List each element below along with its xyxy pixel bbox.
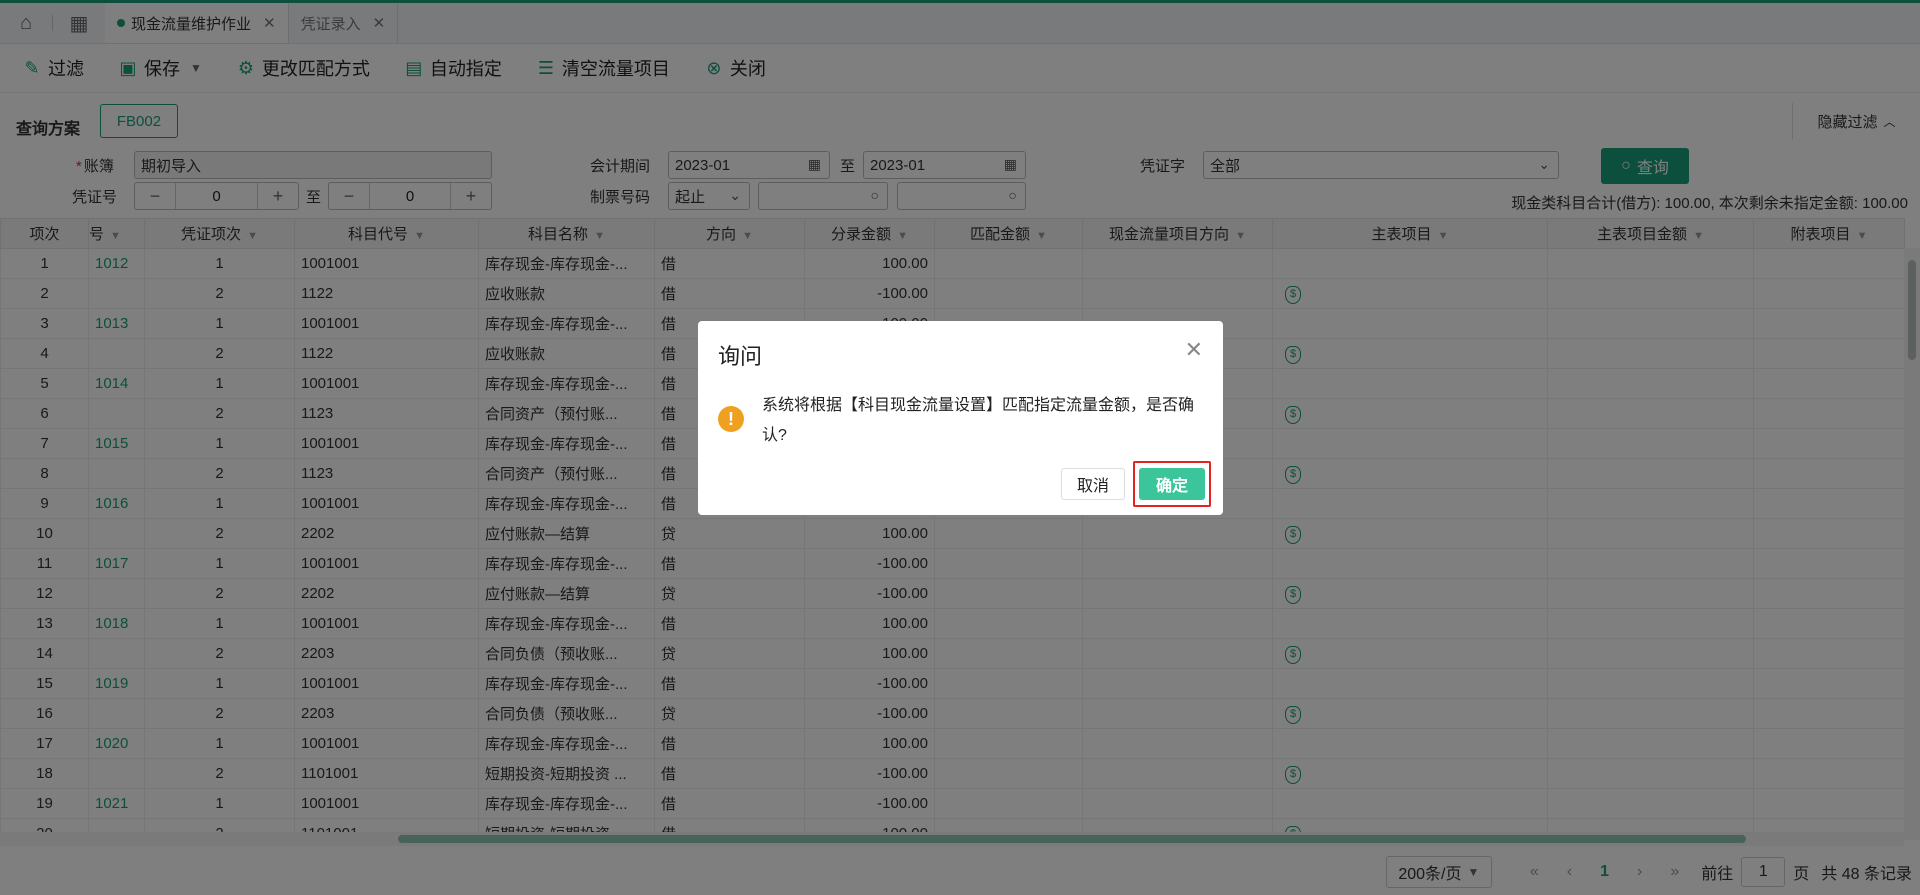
confirm-dialog: 询问 ✕ ! 系统将根据【科目现金流量设置】匹配指定流量金额，是否确认? 取消 … (698, 321, 1223, 515)
dialog-title: 询问 (718, 344, 763, 369)
ok-button[interactable]: 确定 (1139, 468, 1205, 500)
cancel-button[interactable]: 取消 (1061, 468, 1125, 500)
close-icon[interactable]: ✕ (1185, 337, 1203, 363)
ok-button-highlight: 确定 (1133, 461, 1211, 507)
dialog-message: 系统将根据【科目现金流量设置】匹配指定流量金额，是否确认? (762, 397, 1195, 444)
warning-icon: ! (718, 406, 744, 432)
